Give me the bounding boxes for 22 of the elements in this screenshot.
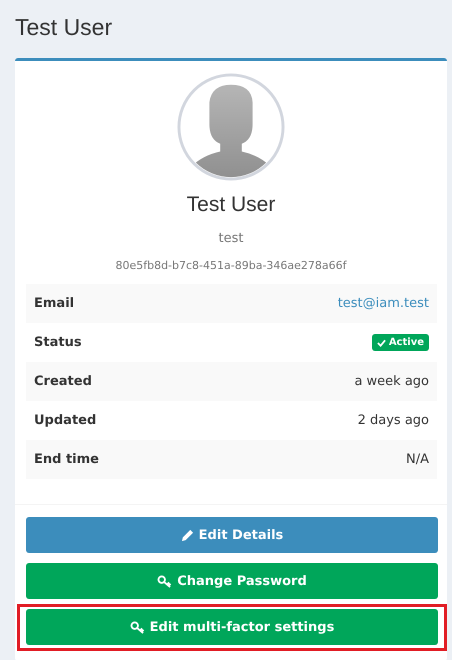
user-id: 80e5fb8d-b7c8-451a-89ba-346ae278a66f: [115, 259, 347, 272]
detail-value: 2 days ago: [358, 413, 429, 428]
detail-label: Status: [34, 335, 82, 350]
detail-label: Created: [34, 374, 92, 389]
action-button[interactable]: Edit multi-factor settings: [26, 609, 438, 645]
avatar-icon: [177, 73, 285, 181]
check-icon: [376, 338, 386, 346]
action-button[interactable]: Edit Details: [26, 517, 438, 553]
email-link[interactable]: test@iam.test: [338, 296, 429, 311]
username: test: [218, 231, 244, 246]
pencil-icon: [180, 528, 194, 542]
action-button[interactable]: Change Password: [26, 563, 438, 599]
detail-value: N/A: [406, 452, 429, 467]
detail-label: Updated: [34, 413, 96, 428]
detail-label: Email: [34, 296, 74, 311]
detail-label: End time: [34, 452, 99, 467]
detail-value: a week ago: [354, 374, 429, 389]
page-title: Test User: [15, 14, 114, 41]
status-text: Active: [388, 337, 424, 348]
user-name: Test User: [186, 193, 276, 217]
key-icon: [157, 574, 172, 588]
key-icon: [130, 620, 145, 634]
